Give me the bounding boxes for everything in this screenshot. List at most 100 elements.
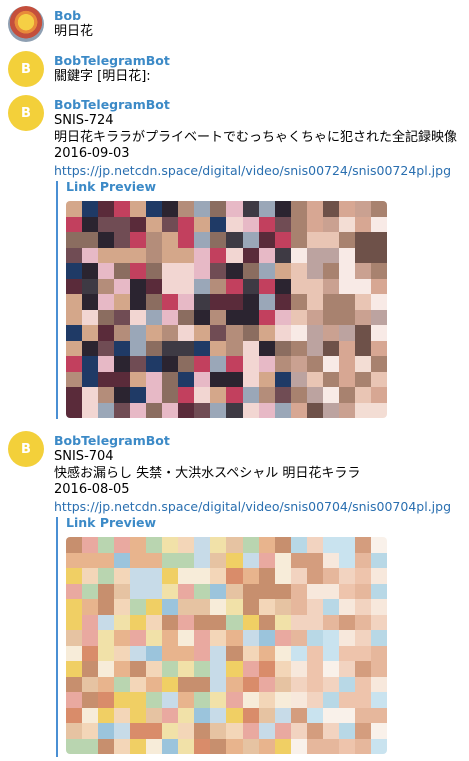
mosaic-cell	[178, 707, 195, 723]
mosaic-cell	[130, 232, 147, 248]
mosaic-cell	[274, 661, 291, 677]
mosaic-cell	[82, 340, 99, 356]
mosaic-cell	[194, 645, 211, 661]
mosaic-cell	[162, 294, 179, 310]
mosaic-cell	[66, 278, 83, 294]
mosaic-cell	[114, 723, 131, 739]
mosaic-cell	[354, 568, 371, 584]
mosaic-cell	[226, 537, 243, 553]
mosaic-cell	[194, 309, 211, 325]
mosaic-cell	[146, 630, 163, 646]
mosaic-cell	[66, 340, 83, 356]
mosaic-cell	[290, 294, 307, 310]
mosaic-cell	[258, 309, 275, 325]
mosaic-cell	[82, 371, 99, 387]
mosaic-cell	[210, 738, 227, 754]
mosaic-cell	[194, 583, 211, 599]
mosaic-cell	[114, 294, 131, 310]
mosaic-cell	[66, 216, 83, 232]
mosaic-cell	[210, 371, 227, 387]
sender-name[interactable]: Bob	[54, 8, 461, 24]
mosaic-cell	[210, 630, 227, 646]
mosaic-cell	[114, 247, 131, 263]
mosaic-cell	[242, 340, 259, 356]
mosaic-cell	[226, 201, 243, 217]
mosaic-cell	[338, 707, 355, 723]
mosaic-cell	[194, 294, 211, 310]
mosaic-cell	[242, 232, 259, 248]
mosaic-cell	[146, 707, 163, 723]
mosaic-cell	[162, 201, 179, 217]
mosaic-cell	[66, 356, 83, 372]
mosaic-cell	[338, 216, 355, 232]
mosaic-cell	[338, 263, 355, 279]
mosaic-cell	[114, 661, 131, 677]
mosaic-cell	[258, 232, 275, 248]
product-code: SNIS-724	[54, 113, 114, 128]
mosaic-cell	[82, 325, 99, 341]
preview-image[interactable]	[66, 201, 387, 418]
mosaic-cell	[162, 661, 179, 677]
mosaic-cell	[322, 645, 339, 661]
mosaic-cell	[98, 232, 115, 248]
avatar[interactable]: B	[8, 431, 44, 467]
avatar[interactable]: B	[8, 51, 44, 87]
mosaic-cell	[370, 723, 387, 739]
mosaic-cell	[354, 325, 371, 341]
sender-name[interactable]: BobTelegramBot	[54, 97, 461, 113]
mosaic-cell	[370, 676, 387, 692]
mosaic-cell	[274, 645, 291, 661]
mosaic-cell	[178, 387, 195, 403]
mosaic-cell	[258, 402, 275, 418]
sender-name[interactable]: BobTelegramBot	[54, 433, 461, 449]
mosaic-cell	[322, 614, 339, 630]
mosaic-cell	[258, 552, 275, 568]
mosaic-cell	[178, 661, 195, 677]
link-preview-label: Link Preview	[66, 179, 157, 194]
mosaic-cell	[146, 738, 163, 754]
mosaic-cell	[242, 568, 259, 584]
mosaic-cell	[290, 583, 307, 599]
mosaic-cell	[98, 325, 115, 341]
preview-image[interactable]	[66, 537, 387, 754]
mosaic-cell	[354, 340, 371, 356]
mosaic-cell	[274, 201, 291, 217]
mosaic-cell	[242, 294, 259, 310]
mosaic-cell	[66, 402, 83, 418]
mosaic-cell	[274, 278, 291, 294]
mosaic-cell	[130, 216, 147, 232]
mosaic-cell	[274, 738, 291, 754]
mosaic-cell	[322, 723, 339, 739]
mosaic-cell	[114, 232, 131, 248]
mosaic-cell	[66, 723, 83, 739]
mosaic-cell	[162, 583, 179, 599]
mosaic-cell	[162, 371, 179, 387]
mosaic-cell	[98, 216, 115, 232]
sender-name[interactable]: BobTelegramBot	[54, 53, 461, 69]
mosaic-cell	[290, 645, 307, 661]
mosaic-cell	[98, 723, 115, 739]
mosaic-cell	[82, 661, 99, 677]
mosaic-cell	[66, 247, 83, 263]
image-link[interactable]: https://jp.netcdn.space/digital/video/sn…	[54, 163, 461, 180]
mosaic-cell	[242, 325, 259, 341]
mosaic-cell	[210, 340, 227, 356]
mosaic-cell	[226, 614, 243, 630]
mosaic-cell	[290, 723, 307, 739]
mosaic-cell	[178, 278, 195, 294]
mosaic-cell	[274, 568, 291, 584]
mosaic-cell	[338, 402, 355, 418]
mosaic-cell	[354, 614, 371, 630]
mosaic-cell	[82, 583, 99, 599]
mosaic-cell	[162, 599, 179, 615]
avatar[interactable]	[8, 6, 44, 42]
mosaic-cell	[98, 676, 115, 692]
mosaic-cell	[130, 707, 147, 723]
mosaic-cell	[338, 356, 355, 372]
link-preview[interactable]: Link Preview	[56, 179, 387, 419]
avatar[interactable]: B	[8, 95, 44, 131]
mosaic-cell	[130, 692, 147, 708]
link-preview[interactable]: Link Preview	[56, 515, 387, 757]
message-bob: Bob 明日花	[0, 6, 469, 46]
image-link[interactable]: https://jp.netcdn.space/digital/video/sn…	[54, 499, 461, 516]
